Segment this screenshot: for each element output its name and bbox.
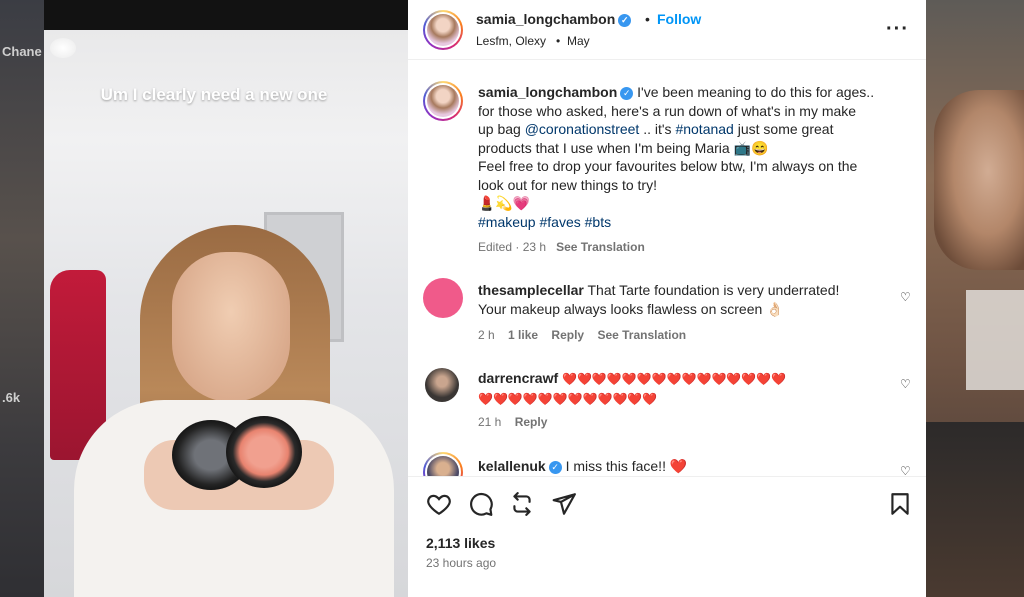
post-header: samia_longchambon ✓ • Follow Lesfm, Olexy… — [408, 0, 926, 60]
background-right-strip — [926, 0, 1024, 597]
person-face — [172, 252, 290, 402]
post-actions: 2,113 likes 23 hours ago — [408, 476, 926, 597]
background-lower — [926, 422, 1024, 597]
comment-2-text-line-2: ❤️❤️❤️❤️❤️❤️❤️❤️❤️❤️❤️❤️ — [478, 392, 658, 406]
caption-meta: Edited · 23 h See Translation — [478, 240, 645, 254]
caption-line-1: I've been meaning to do this for ages.. — [637, 84, 875, 100]
comment-3-text: I miss this face!! ❤️ — [565, 458, 688, 474]
comment-2-like-icon[interactable]: ♡ — [900, 377, 911, 391]
separator-dot: • — [645, 11, 650, 27]
background-left-strip: Chane .6k — [0, 0, 44, 597]
caption-line-2: for those who asked, here's a run down o… — [478, 102, 857, 119]
comment-avatar-darrencrawf[interactable] — [425, 368, 459, 402]
caption-username[interactable]: samia_longchambon — [478, 84, 617, 100]
caption-see-translation-link[interactable]: See Translation — [556, 240, 645, 254]
comments-scroll-area[interactable]: samia_longchambon ✓ I've been meaning to … — [408, 61, 926, 476]
comment-2-meta: 21 h Reply — [478, 415, 547, 429]
background-person — [934, 90, 1024, 270]
comment-1-text-line-1: That Tarte foundation is very underrated… — [587, 282, 840, 298]
caption-line-3b: .. it's — [643, 121, 672, 137]
comment-2-username[interactable]: darrencrawf — [478, 370, 558, 386]
author-username-text[interactable]: samia_longchambon — [476, 11, 615, 27]
comment-1-username[interactable]: thesamplecellar — [478, 282, 584, 298]
post-date: May — [567, 34, 590, 48]
caption-line-4: products that I use when I'm being Maria… — [478, 139, 769, 156]
comment-1-meta: 2 h 1 like Reply See Translation — [478, 328, 686, 342]
comment-1-time: 2 h — [478, 328, 495, 342]
caption-line-3: up bag — [478, 121, 521, 137]
comment-avatar-kelallenuk[interactable] — [423, 452, 463, 476]
caption-verified-icon: ✓ — [620, 87, 634, 100]
post-caption: samia_longchambon ✓ I've been meaning to … — [478, 83, 898, 231]
repost-icon[interactable] — [509, 491, 535, 517]
caption-author-avatar[interactable] — [423, 81, 463, 121]
share-paper-plane-icon[interactable] — [551, 491, 577, 517]
mention-link[interactable]: @coronationstreet — [525, 121, 640, 137]
background-shirt — [966, 290, 1024, 390]
caption-time: 23 h — [522, 240, 547, 254]
comment-1-text-line-2: Your makeup always looks flawless on scr… — [478, 301, 784, 317]
verified-icon: ✓ — [618, 14, 632, 27]
post-panel: samia_longchambon ✓ • Follow Lesfm, Olexy… — [408, 0, 926, 597]
author-username[interactable]: samia_longchambon ✓ — [476, 11, 632, 27]
comment-bubble-icon[interactable] — [468, 491, 494, 517]
author-avatar[interactable] — [423, 10, 463, 50]
makeup-compact-blush — [226, 416, 302, 488]
comment-2-text-line-1: ❤️❤️❤️❤️❤️❤️❤️❤️❤️❤️❤️❤️❤️❤️❤️ — [562, 372, 787, 386]
comment-1-like-icon[interactable]: ♡ — [900, 290, 911, 304]
audio-label[interactable]: Lesfm, Olexy — [476, 34, 546, 48]
caption-line-6: look out for new things to try! — [478, 176, 657, 193]
comment-1-reply-button[interactable]: Reply — [551, 328, 584, 342]
like-heart-icon[interactable] — [426, 491, 452, 517]
caption-hashtags[interactable]: #makeup #faves #bts — [478, 214, 611, 230]
video-caption: Um I clearly need a new one — [100, 85, 328, 104]
edited-label: Edited — [478, 240, 513, 254]
ceiling-light — [50, 38, 76, 58]
likes-count[interactable]: 2,113 likes — [426, 535, 495, 551]
reel-video[interactable]: Um I clearly need a new one — [44, 0, 408, 597]
comment-2-time: 21 h — [478, 415, 502, 429]
save-bookmark-icon[interactable] — [887, 491, 913, 517]
caption-line-3c: just some great — [737, 121, 834, 137]
comment-avatar-thesamplecellar[interactable] — [423, 278, 463, 318]
caption-emoji-line: 💄💫💗 — [478, 195, 531, 211]
more-options-icon[interactable]: ··· — [886, 18, 909, 41]
comment-2: darrencrawf ❤️❤️❤️❤️❤️❤️❤️❤️❤️❤️❤️❤️❤️❤️… — [478, 369, 898, 409]
comment-1-likes[interactable]: 1 like — [508, 328, 538, 342]
comment-3: kelallenuk ✓ I miss this face!! ❤️ — [478, 457, 898, 476]
hashtag-notanad[interactable]: #notanad — [675, 121, 733, 137]
background-label-top: Chane — [2, 44, 42, 59]
comment-1-see-translation-link[interactable]: See Translation — [597, 328, 686, 342]
follow-button[interactable]: Follow — [657, 11, 701, 27]
comment-3-verified-icon: ✓ — [548, 461, 562, 474]
comment-1: thesamplecellar That Tarte foundation is… — [478, 281, 898, 319]
comment-3-like-icon[interactable]: ♡ — [900, 464, 911, 476]
subline-separator: • — [556, 34, 561, 48]
comment-3-username[interactable]: kelallenuk — [478, 458, 546, 474]
caption-line-5: Feel free to drop your favourites below … — [478, 158, 858, 174]
post-time-ago: 23 hours ago — [426, 556, 497, 570]
background-label-count: .6k — [2, 390, 21, 405]
comment-2-reply-button[interactable]: Reply — [515, 415, 548, 429]
